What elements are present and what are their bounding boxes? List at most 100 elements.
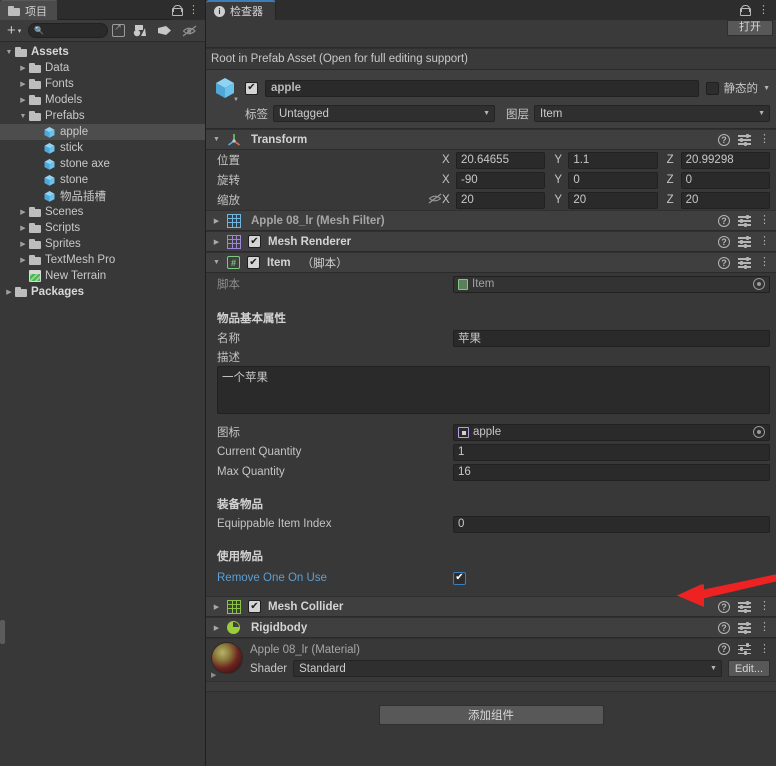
kebab-menu-icon[interactable]: ⋮ <box>759 215 770 226</box>
foldout-arrow-item[interactable]: ▼ <box>211 259 222 266</box>
kebab-menu-icon[interactable]: ⋮ <box>759 257 770 268</box>
component-header-mesh-collider[interactable]: ▶ ✔ Mesh Collider ? ⋮ <box>206 596 776 617</box>
component-header-mesh-renderer[interactable]: ▶ ✔ Mesh Renderer ? ⋮ <box>206 231 776 252</box>
foldout-arrow[interactable] <box>17 224 29 232</box>
transform-旋转-x-field[interactable]: -90 <box>456 171 546 189</box>
tree-item-stick[interactable]: stick <box>0 140 205 156</box>
static-dropdown-caret[interactable]: ▼ <box>763 85 770 92</box>
object-picker-icon[interactable] <box>753 426 765 438</box>
favorites-icon[interactable] <box>129 22 150 39</box>
foldout-arrow[interactable] <box>17 256 29 264</box>
help-icon[interactable]: ? <box>718 133 730 146</box>
tree-item-stone-axe[interactable]: stone axe <box>0 156 205 172</box>
kebab-menu-icon[interactable]: ⋮ <box>758 4 769 16</box>
tree-item-prefabs[interactable]: Prefabs <box>0 108 205 124</box>
item-name-field[interactable]: 苹果 <box>453 329 770 347</box>
tree-item-物品插槽[interactable]: 物品插槽 <box>0 188 205 204</box>
search-input-wrap[interactable]: 🔍 <box>28 23 109 38</box>
layer-dropdown[interactable]: Item ▼ <box>534 105 770 122</box>
tree-item-textmesh-pro[interactable]: TextMesh Pro <box>0 252 205 268</box>
gameobject-enabled-checkbox[interactable]: ✔ <box>245 81 258 95</box>
save-search-icon[interactable] <box>112 22 126 37</box>
tree-item-apple[interactable]: apple <box>0 124 205 140</box>
preset-icon[interactable] <box>738 214 751 227</box>
search-input[interactable] <box>47 25 103 36</box>
max-quantity-field[interactable]: 16 <box>453 463 770 481</box>
foldout-arrow-transform[interactable]: ▼ <box>211 136 222 143</box>
lock-icon[interactable] <box>740 4 751 16</box>
tree-item-scenes[interactable]: Scenes <box>0 204 205 220</box>
foldout-arrow[interactable] <box>17 64 29 72</box>
foldout-arrow-rigidbody[interactable]: ▶ <box>211 624 222 632</box>
transform-缩放-x-field[interactable]: 20 <box>456 191 546 209</box>
current-quantity-field[interactable]: 1 <box>453 443 770 461</box>
open-prefab-button[interactable]: 打开 <box>727 20 773 36</box>
tree-item-assets[interactable]: Assets <box>0 44 205 60</box>
tag-dropdown[interactable]: Untagged ▼ <box>273 105 495 122</box>
help-icon[interactable]: ? <box>718 643 730 655</box>
item-icon-field[interactable]: apple <box>453 423 770 441</box>
preset-icon[interactable] <box>738 643 751 655</box>
component-header-transform[interactable]: ▼ Transform ? ⋮ <box>206 129 776 150</box>
foldout-arrow-mesh-renderer[interactable]: ▶ <box>211 238 222 246</box>
transform-缩放-y-field[interactable]: 20 <box>568 191 658 209</box>
shader-edit-button[interactable]: Edit... <box>727 660 770 677</box>
transform-缩放-z-field[interactable]: 20 <box>680 191 770 209</box>
kebab-menu-icon[interactable]: ⋮ <box>759 643 770 655</box>
kebab-menu-icon[interactable]: ⋮ <box>759 601 770 612</box>
tree-item-models[interactable]: Models <box>0 92 205 108</box>
add-asset-button[interactable]: + ▾ <box>4 22 24 39</box>
preset-icon[interactable] <box>738 133 751 146</box>
preset-icon[interactable] <box>738 235 751 248</box>
help-icon[interactable]: ? <box>718 621 730 634</box>
foldout-arrow-mesh-filter[interactable]: ▶ <box>211 217 222 225</box>
foldout-arrow[interactable] <box>17 113 29 120</box>
component-header-item[interactable]: ▼ # ✔ Item （脚本） ? ⋮ <box>206 252 776 273</box>
static-checkbox[interactable] <box>705 81 719 95</box>
transform-位置-x-field[interactable]: 20.64655 <box>456 151 546 169</box>
uniform-scale-off-icon[interactable] <box>427 193 442 207</box>
foldout-arrow[interactable] <box>17 208 29 216</box>
tab-project[interactable]: 项目 <box>0 0 58 20</box>
help-icon[interactable]: ? <box>718 214 730 227</box>
project-asset-tree[interactable]: Assets Data Fonts Models Prefabs apple stick st… <box>0 42 205 766</box>
kebab-menu-icon[interactable]: ⋮ <box>759 236 770 247</box>
tab-inspector[interactable]: i 检查器 <box>206 0 276 20</box>
shader-dropdown[interactable]: Standard ▼ <box>293 660 722 677</box>
visibility-off-icon[interactable] <box>179 22 200 39</box>
help-icon[interactable]: ? <box>718 600 730 613</box>
foldout-arrow[interactable] <box>17 80 29 88</box>
component-header-rigidbody[interactable]: ▶ Rigidbody ? ⋮ <box>206 617 776 638</box>
transform-旋转-y-field[interactable]: 0 <box>568 171 658 189</box>
foldout-arrow-material[interactable]: ▶ <box>211 671 216 679</box>
item-desc-textarea[interactable]: 一个苹果 <box>217 366 770 414</box>
tree-item-fonts[interactable]: Fonts <box>0 76 205 92</box>
lock-icon[interactable] <box>172 4 183 16</box>
remove-one-on-use-checkbox[interactable]: ✔ <box>453 571 466 585</box>
tree-item-data[interactable]: Data <box>0 60 205 76</box>
transform-位置-z-field[interactable]: 20.99298 <box>680 151 770 169</box>
kebab-menu-icon[interactable]: ⋮ <box>759 134 770 145</box>
equippable-index-field[interactable]: 0 <box>453 515 770 533</box>
tree-item-packages[interactable]: Packages <box>0 284 205 300</box>
chevron-down-icon[interactable]: ▼ <box>233 97 239 103</box>
component-header-mesh-filter[interactable]: ▶ Apple 08_lr (Mesh Filter) ? ⋮ <box>206 210 776 231</box>
project-scrollbar[interactable] <box>0 0 5 766</box>
foldout-arrow-mesh-collider[interactable]: ▶ <box>211 603 222 611</box>
transform-旋转-z-field[interactable]: 0 <box>680 171 770 189</box>
help-icon[interactable]: ? <box>718 256 730 269</box>
label-icon[interactable] <box>154 22 175 39</box>
tree-item-stone[interactable]: stone <box>0 172 205 188</box>
project-scrollbar-thumb[interactable] <box>0 620 5 644</box>
tree-item-sprites[interactable]: Sprites <box>0 236 205 252</box>
tree-item-new-terrain[interactable]: New Terrain <box>0 268 205 284</box>
kebab-menu-icon[interactable]: ⋮ <box>188 4 199 16</box>
preset-icon[interactable] <box>738 621 751 634</box>
help-icon[interactable]: ? <box>718 235 730 248</box>
object-picker-icon[interactable] <box>753 278 765 290</box>
foldout-arrow[interactable] <box>17 240 29 248</box>
add-component-button[interactable]: 添加组件 <box>378 704 604 725</box>
mesh-renderer-enabled-checkbox[interactable]: ✔ <box>248 235 261 248</box>
mesh-collider-enabled-checkbox[interactable]: ✔ <box>248 600 261 613</box>
preset-icon[interactable] <box>738 600 751 613</box>
